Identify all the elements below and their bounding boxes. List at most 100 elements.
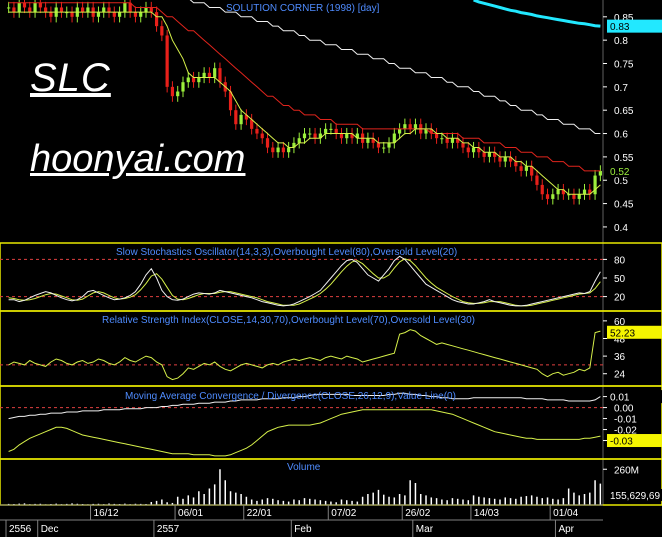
candle-body [149,7,153,13]
ticker-watermark: SLC [30,56,111,100]
x-tick-label: 16/12 [94,508,119,519]
candle-body [160,26,164,36]
stoch-k-line [8,255,601,307]
candle-body [482,152,486,157]
x-tick-label: 2556 [9,524,32,535]
candle-body [197,77,201,83]
value-label: 0.52 [610,167,630,178]
candle-body [176,91,180,97]
y-tick-label: 260M [614,465,639,476]
candle-body [123,2,127,13]
y-tick-label: 80 [614,255,626,266]
candle-body [33,2,37,13]
candle-body [466,147,470,153]
value-label: -0.03 [610,437,633,448]
x-tick-label: 07/02 [331,508,356,519]
x-tick-label: 14/03 [474,508,499,519]
candle-body [81,7,85,13]
y-tick-label: 0.75 [614,60,634,71]
candle-body [297,138,301,143]
candle-body [207,72,212,78]
candle-body [498,156,502,162]
candle-body [413,124,418,129]
candle-body [139,12,143,17]
candle-body [387,142,391,148]
y-tick-label: 0.45 [614,200,634,211]
candle-body [545,194,550,199]
x-tick-label: 26/02 [405,508,430,519]
candle-body [44,7,48,13]
value-label: 0.83 [610,22,630,33]
value-label: 52.23 [610,328,635,339]
candle-body [154,12,159,27]
candle-body [524,166,528,171]
candle-body [445,138,449,143]
candle-body [382,147,386,149]
candle-body [345,133,349,139]
price-title: SOLUTION CORNER (1998) [day] [226,3,380,14]
y-tick-label: 0.65 [614,106,634,117]
y-tick-label: 50 [614,274,626,285]
y-tick-label: 24 [614,370,626,381]
site-watermark: hoonyai.com [30,138,246,180]
candle-body [540,184,544,195]
macd-signal-line [8,409,601,457]
candle-body [12,7,16,13]
candle-body [265,138,270,148]
x-tick-label: Mar [416,524,434,535]
candle-body [519,166,523,171]
candle-body [503,156,507,162]
candle-body [28,7,32,13]
candle-body [86,7,90,13]
candle-body [70,12,74,17]
x-tick-label: Dec [41,524,59,535]
y-tick-label: 36 [614,352,626,363]
rsi-title: Relative Strength Index(CLOSE,14,30,70),… [102,315,475,326]
candle-body [17,2,21,13]
x-tick-label: 22/01 [247,508,272,519]
candle-body [324,128,328,134]
candle-body [281,147,285,153]
y-tick-label: 20 [614,293,626,304]
candle-body [49,12,53,17]
x-tick-label: 01/04 [553,508,578,519]
candle-body [38,2,42,8]
ma-very-long-line [473,0,601,28]
candle-body [582,189,587,195]
candle-body [339,133,344,139]
candle-body [133,12,138,17]
candle-body [255,128,259,134]
x-tick-label: Feb [294,524,312,535]
candle-body [287,147,291,153]
candle-body [556,189,560,195]
candle-body [181,82,185,92]
candle-body [96,12,101,17]
rsi-line [8,329,601,381]
x-tick-label: Apr [558,524,574,535]
candle-body [7,7,11,9]
x-tick-label: 06/01 [178,508,203,519]
value-label: 0.01 [610,393,630,404]
candle-body [334,128,338,134]
y-tick-label: 0.00 [614,404,634,415]
y-tick-label: 0.4 [614,223,628,234]
candle-body [112,12,116,17]
y-tick-label: 0.6 [614,130,628,141]
candle-body [271,147,275,153]
candle-body [213,68,217,78]
candle-body [434,133,439,139]
candle-body [144,7,148,13]
candle-body [450,138,455,143]
candle-body [329,128,333,130]
candle-body [514,161,518,167]
volume-panel [0,458,662,506]
candle-body [403,124,407,129]
candle-body [239,114,243,125]
candle-body [572,194,576,199]
candle-body [107,7,111,13]
stochastic-title: Slow Stochastics Oscillator(14,3,3),Over… [116,247,457,258]
candle-body [59,7,64,13]
candle-body [593,175,597,195]
candle-body [308,133,312,135]
candle-body [577,194,581,199]
